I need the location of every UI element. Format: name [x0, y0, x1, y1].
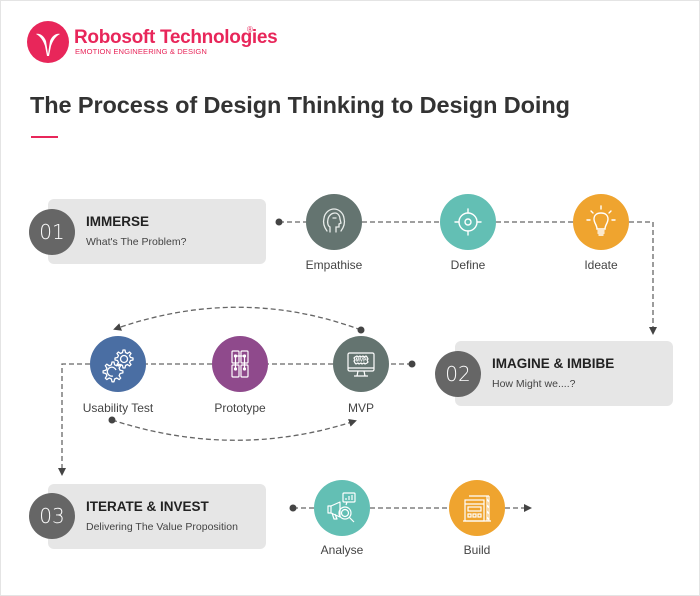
step-ideate — [573, 194, 629, 250]
stage-number-badge: 03 — [29, 493, 75, 539]
brand-tagline: EMOTION ENGINEERING & DESIGN — [75, 47, 207, 56]
step-label: Build — [463, 543, 491, 557]
megaphone-analytics-icon — [327, 492, 356, 523]
connector-dot — [108, 416, 116, 424]
step-empathise — [306, 194, 362, 250]
step-analyse — [314, 480, 370, 536]
stage-title: IMMERSE — [86, 214, 150, 229]
stage-number-badge: 02 — [435, 351, 481, 397]
target-crosshair-icon — [454, 208, 482, 236]
step-prototype — [212, 336, 268, 392]
stage-subtitle: How Might we....? — [492, 378, 576, 390]
step-label: Usability Test — [82, 401, 154, 415]
connector-usability-to-stage3 — [58, 363, 90, 476]
stage-title: IMAGINE & IMBIBE — [492, 356, 615, 371]
head-profile-icon — [322, 208, 346, 233]
registered-mark: ® — [247, 25, 253, 34]
step-usability-test — [90, 336, 146, 392]
stage-subtitle: What's The Problem? — [86, 236, 187, 248]
wireframe-icon — [231, 350, 249, 378]
step-mvp: MVP — [333, 336, 389, 392]
step-label: Ideate — [584, 258, 618, 272]
step-build — [449, 480, 505, 536]
step-label: Prototype — [214, 401, 266, 415]
connector-dot — [357, 326, 365, 334]
step-label: Empathise — [305, 258, 363, 272]
page-title: The Process of Design Thinking to Design… — [30, 92, 570, 118]
stage-imagine-card — [455, 341, 673, 406]
step-label: MVP — [347, 401, 374, 415]
stage-immerse-card — [48, 199, 266, 264]
stage-title: ITERATE & INVEST — [86, 499, 209, 514]
connector-dot — [275, 218, 283, 226]
construction-crane-icon — [463, 495, 491, 522]
stage-subtitle: Delivering The Value Proposition — [86, 521, 238, 533]
monitor-mvp-icon: MVP — [347, 352, 375, 377]
robosoft-logo-icon — [27, 21, 69, 63]
loop-arc-mvp-to-usability — [113, 306, 362, 331]
title-underline — [31, 136, 58, 138]
connector-dot — [289, 504, 297, 512]
step-define — [440, 194, 496, 250]
step-label: Analyse — [320, 543, 364, 557]
connector-dot — [408, 360, 416, 368]
lightbulb-icon — [586, 205, 616, 236]
connector-ideate-to-stage2 — [629, 221, 657, 335]
stage-iterate-card — [48, 484, 266, 549]
step-label: Define — [450, 258, 486, 272]
stage-number-badge: 01 — [29, 209, 75, 255]
loop-arc-usability-to-mvp — [111, 419, 357, 441]
gears-icon — [102, 349, 134, 383]
mvp-badge: MVP — [356, 358, 368, 364]
